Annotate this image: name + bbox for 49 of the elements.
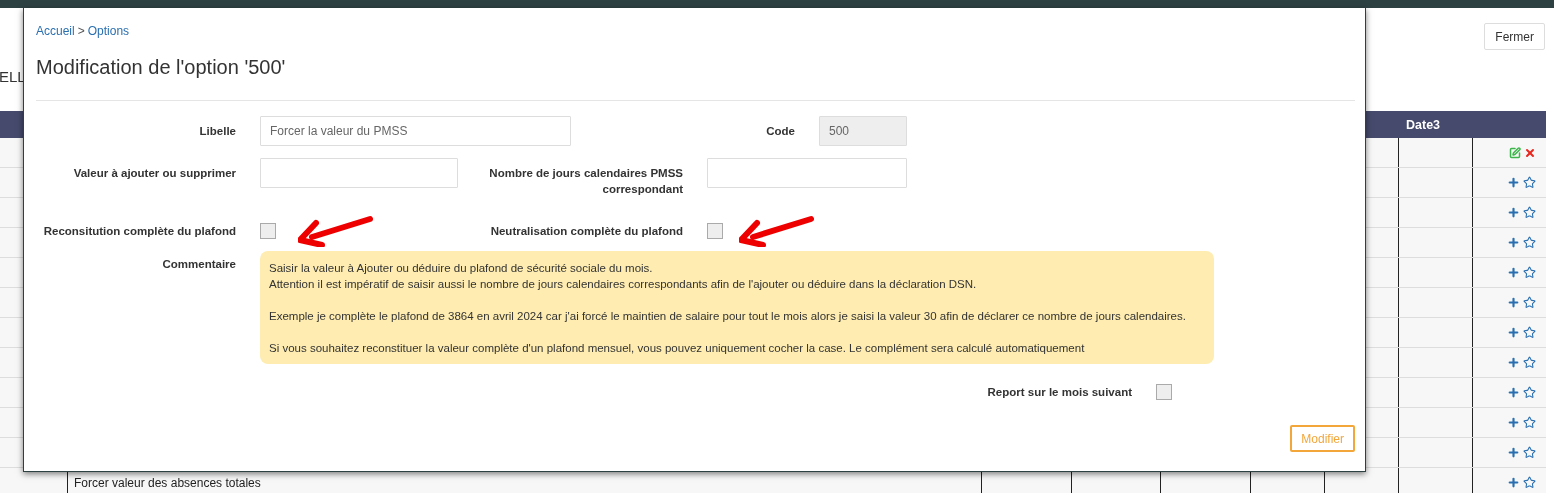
star-icon[interactable] <box>1523 476 1536 489</box>
input-field[interactable] <box>707 158 907 188</box>
input-field[interactable]: Forcer la valeur du PMSS <box>260 116 571 146</box>
field-label: Code <box>765 124 795 139</box>
field-label: Nombre de jours calendaires PMSS correspondant <box>488 166 683 197</box>
add-icon[interactable] <box>1507 476 1520 489</box>
comment-text: Si vous souhaitez reconstituer la valeur complète d'un plafond mensuel, vous pouvez uniquement cocher la case. Le complément sera calculé automatiquement <box>269 341 1086 356</box>
breadcrumb-separator: > <box>77 24 85 38</box>
star-icon[interactable] <box>1523 416 1536 429</box>
add-icon[interactable] <box>1507 326 1520 339</box>
page-title: ELL <box>0 68 26 85</box>
field-label: Neutralisation complète du plafond <box>489 224 683 239</box>
comment-text: Saisir la valeur à Ajouter ou déduire du plafond de sécurité sociale du mois. <box>269 261 654 276</box>
add-icon[interactable] <box>1507 356 1520 369</box>
checkbox[interactable] <box>260 223 276 239</box>
checkbox[interactable] <box>1156 384 1172 400</box>
star-icon[interactable] <box>1523 236 1536 249</box>
field-label: Reconsitution complète du plafond <box>42 224 236 239</box>
close-button[interactable]: Fermer <box>1484 23 1545 50</box>
star-icon[interactable] <box>1523 356 1536 369</box>
comment-text: Attention il est impératif de saisir aussi le nombre de jours calendaires correspondants afin de l'ajouter ou déduire dans la déclaration DSN. <box>269 277 978 292</box>
add-icon[interactable] <box>1507 176 1520 189</box>
checkbox[interactable] <box>707 223 723 239</box>
star-icon[interactable] <box>1523 446 1536 459</box>
add-icon[interactable] <box>1507 416 1520 429</box>
column-header: Date3 <box>1405 117 1442 132</box>
add-icon[interactable] <box>1507 386 1520 399</box>
add-icon[interactable] <box>1507 266 1520 279</box>
star-icon[interactable] <box>1523 266 1536 279</box>
input-field[interactable] <box>260 158 458 188</box>
table-cell: Forcer valeur des absences totales <box>74 475 261 490</box>
breadcrumb-link[interactable]: Options <box>87 24 130 38</box>
star-icon[interactable] <box>1523 296 1536 309</box>
field-label: Valeur à ajouter ou supprimer <box>72 166 236 181</box>
add-icon[interactable] <box>1507 236 1520 249</box>
star-icon[interactable] <box>1523 176 1536 189</box>
field-label: Report sur le mois suivant <box>986 385 1132 400</box>
star-icon[interactable] <box>1523 326 1536 339</box>
add-icon[interactable] <box>1507 206 1520 219</box>
comment-text: Exemple je complète le plafond de 3864 en avril 2024 car j'ai forcé le maintien de salaire pour tout le mois alors je saisi la valeur 30 afin de déclarer ce nombre de jours calendaires. <box>269 309 1187 324</box>
breadcrumb-link[interactable]: Accueil <box>36 24 75 38</box>
delete-icon[interactable] <box>1524 146 1536 159</box>
star-icon[interactable] <box>1523 386 1536 399</box>
field-label: Libelle <box>198 124 236 139</box>
add-icon[interactable] <box>1507 446 1520 459</box>
add-icon[interactable] <box>1507 296 1520 309</box>
dialog-title: Modification de l'option '500' <box>36 56 287 80</box>
star-icon[interactable] <box>1523 206 1536 219</box>
field-label: Commentaire <box>161 257 236 272</box>
